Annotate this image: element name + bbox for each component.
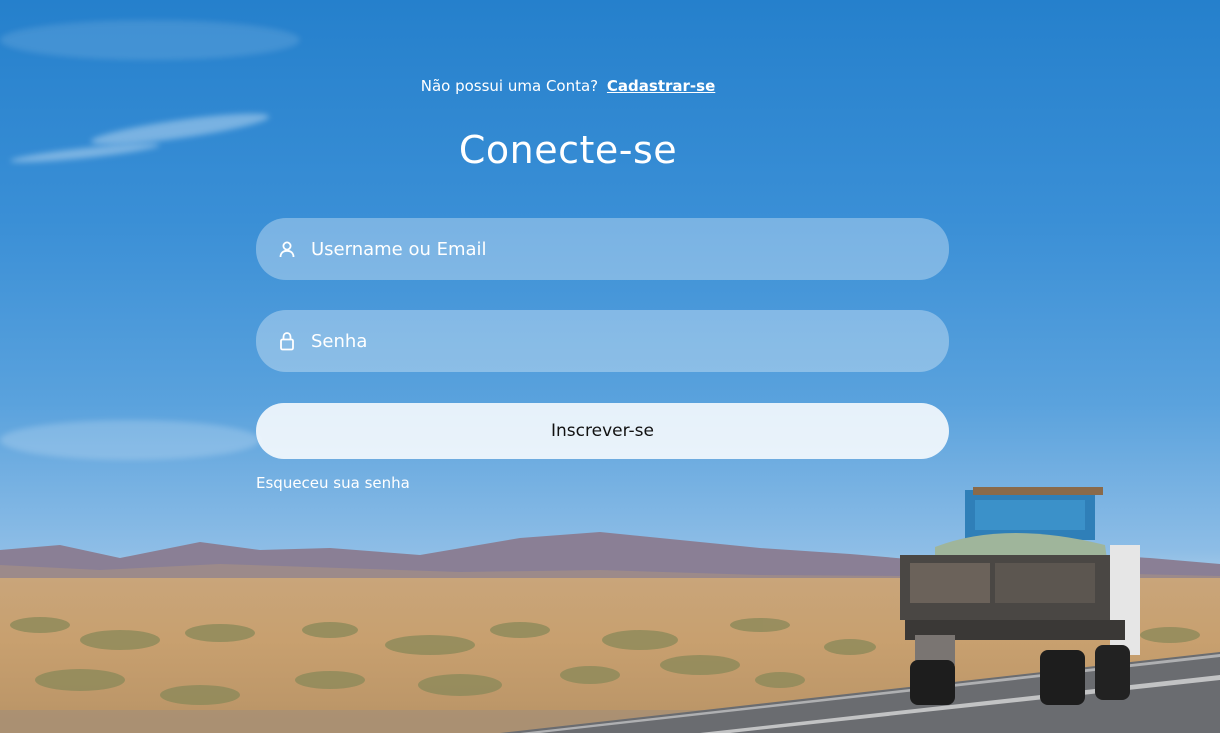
username-input[interactable] — [297, 218, 949, 280]
submit-button[interactable]: Inscrever-se — [256, 403, 949, 459]
signup-link[interactable]: Cadastrar-se — [607, 77, 715, 95]
signup-prompt-line: Não possui uma Conta? Cadastrar-se — [0, 77, 1136, 95]
password-input[interactable] — [297, 310, 949, 372]
page-title: Conecte-se — [458, 128, 678, 172]
signup-prompt-text: Não possui uma Conta? — [420, 77, 599, 95]
password-field-container[interactable] — [256, 310, 949, 372]
user-icon — [277, 239, 297, 259]
lock-icon — [277, 331, 297, 351]
cloud — [0, 20, 300, 60]
forgot-password-link[interactable]: Esqueceu sua senha — [256, 474, 410, 492]
username-field-container[interactable] — [256, 218, 949, 280]
cloud — [0, 420, 260, 460]
truck — [900, 487, 1140, 705]
